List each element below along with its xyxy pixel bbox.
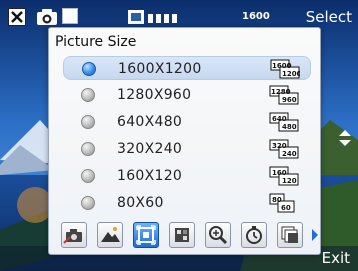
resolution-1280x960-icon: 1280 960 [269,85,299,105]
top-status-bar: 1600 Select [0,0,358,28]
camera-screen: 1600 Select Picture Size 1600X1200 1600 … [0,0,358,271]
white-square-icon [62,8,78,24]
svg-text:640: 640 [272,115,287,123]
panel-title: Picture Size [55,34,137,50]
option-label: 1280X960 [117,87,192,103]
radio-unselected-icon [81,142,95,156]
resolution-640x480-icon: 640 480 [269,112,299,132]
picture-size-panel: Picture Size 1600X1200 1600 1200 1280X96… [48,27,321,255]
radio-selected-icon [82,62,96,76]
svg-text:480: 480 [282,123,297,131]
option-1600x1200[interactable]: 1600X1200 1600 1200 [63,56,311,80]
option-320x240[interactable]: 320X240 320 240 [63,137,311,161]
svg-text:160: 160 [272,169,287,177]
top-resolution-text: 1600 [242,11,270,22]
close-icon[interactable] [8,8,26,26]
side-scroll-arrows-icon[interactable] [338,130,352,146]
quality-icon[interactable] [169,222,195,248]
svg-text:1200: 1200 [282,70,300,78]
svg-text:320: 320 [272,142,287,150]
option-label: 320X240 [117,141,183,157]
svg-text:1600: 1600 [272,62,292,70]
strip-right-arrow-icon[interactable] [311,228,319,242]
svg-text:240: 240 [282,150,297,158]
option-label: 640X480 [117,114,183,130]
resolution-80x60-icon: 80 60 [269,193,295,213]
exit-softkey[interactable]: Exit [322,249,350,267]
option-80x60[interactable]: 80X60 80 60 [63,191,311,215]
option-label: 160X120 [117,168,183,184]
settings-icon-strip [59,222,318,248]
resolution-icon [128,10,177,24]
radio-unselected-icon [81,169,95,183]
select-softkey[interactable]: Select [306,8,352,26]
multishot-icon[interactable] [277,222,303,248]
picture-size-icon[interactable] [133,222,159,248]
option-160x120[interactable]: 160X120 160 120 [63,164,311,188]
camera-settings-icon[interactable] [61,222,87,248]
radio-unselected-icon [81,196,95,210]
resolution-160x120-icon: 160 120 [269,166,299,186]
svg-text:80: 80 [272,196,282,204]
svg-text:960: 960 [282,96,297,104]
resolution-1600x1200-icon: 1600 1200 [270,59,300,79]
svg-text:1280: 1280 [271,88,291,96]
timer-icon[interactable] [241,222,267,248]
option-640x480[interactable]: 640X480 640 480 [63,110,311,134]
option-label: 80X60 [117,195,164,211]
svg-text:60: 60 [281,204,291,212]
radio-unselected-icon [81,88,95,102]
zoom-icon[interactable] [205,222,231,248]
option-label: 1600X1200 [118,61,202,77]
option-1280x960[interactable]: 1280X960 1280 960 [63,83,311,107]
camera-icon [37,9,57,25]
svg-text:120: 120 [282,177,297,185]
scene-mountain-icon[interactable] [97,222,123,248]
resolution-320x240-icon: 320 240 [269,139,299,159]
radio-unselected-icon [81,115,95,129]
